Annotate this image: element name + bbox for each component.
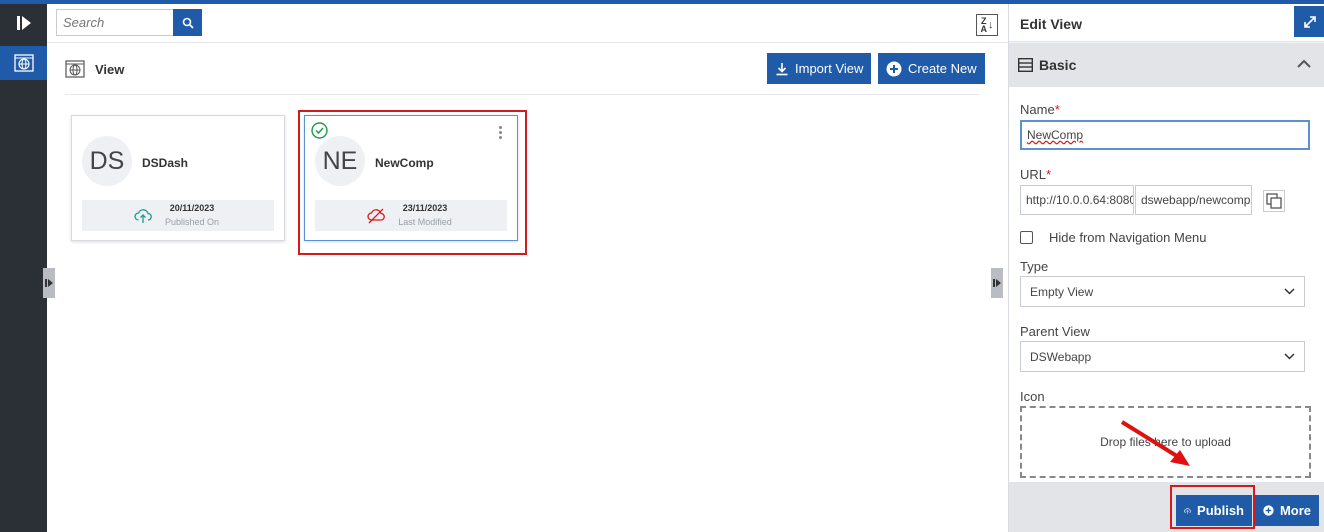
main-content: Z A ↓ View Import View Create New DS DSD… [47, 4, 1008, 532]
chevron-up-icon[interactable] [1297, 59, 1311, 68]
panel-header: Edit View [1009, 4, 1324, 42]
right-collapse-handle[interactable] [991, 268, 1003, 298]
highlight-box [1170, 485, 1255, 529]
name-field[interactable]: NewComp [1020, 120, 1310, 150]
card-date-caption: Published On [164, 217, 220, 227]
card-title: DSDash [142, 156, 189, 170]
copy-url-button[interactable] [1263, 190, 1285, 212]
parent-view-label: Parent View [1020, 324, 1090, 339]
chevron-down-icon [1284, 353, 1295, 360]
url-base-field[interactable]: http://10.0.0.64:8080 [1020, 185, 1134, 215]
page-header: View [65, 60, 124, 78]
download-icon [776, 62, 788, 75]
type-label: Type [1020, 259, 1049, 274]
highlight-box [298, 110, 527, 255]
panel-footer: Publish More [1009, 482, 1324, 532]
left-collapse-handle[interactable] [43, 268, 55, 298]
app-logo-icon[interactable] [0, 4, 47, 42]
divider [65, 94, 979, 95]
panel-title: Edit View [1020, 16, 1082, 32]
more-button[interactable]: More [1255, 495, 1319, 526]
icon-label: Icon [1020, 389, 1045, 404]
copy-icon [1266, 193, 1282, 209]
type-select[interactable]: Empty View [1020, 276, 1305, 307]
views-nav-icon[interactable] [0, 46, 47, 80]
create-new-button[interactable]: Create New [878, 53, 985, 84]
expand-button[interactable] [1294, 6, 1324, 37]
left-rail [0, 4, 47, 532]
hide-nav-label: Hide from Navigation Menu [1049, 230, 1207, 245]
section-title: Basic [1039, 57, 1077, 73]
basic-section-header[interactable]: Basic [1009, 43, 1324, 87]
plus-circle-icon [1263, 505, 1274, 516]
chevron-down-icon [1284, 288, 1295, 295]
sort-az-icon[interactable]: Z A ↓ [976, 14, 998, 36]
divider [47, 42, 1008, 43]
expand-icon [1303, 15, 1316, 28]
import-view-button[interactable]: Import View [767, 53, 872, 84]
url-label: URL* [1020, 167, 1052, 182]
parent-view-select[interactable]: DSWebapp [1020, 341, 1305, 372]
cloud-upload-icon [134, 209, 152, 223]
plus-circle-icon [886, 61, 902, 76]
card-date: 20/11/2023 [169, 203, 215, 213]
search-icon [182, 17, 194, 29]
form-icon [1018, 58, 1033, 72]
annotation-arrow-icon [1120, 420, 1190, 466]
card-footer: 20/11/2023 Published On [82, 200, 274, 231]
view-globe-icon [65, 60, 85, 78]
url-path-field[interactable]: dswebapp/newcomp [1135, 185, 1252, 215]
hide-nav-checkbox[interactable] [1020, 231, 1033, 244]
search-button[interactable] [173, 9, 202, 36]
view-card-dsdash[interactable]: DS DSDash 20/11/2023 Published On [71, 115, 285, 241]
page-title: View [95, 61, 125, 77]
avatar: DS [82, 136, 132, 186]
name-label: Name* [1020, 102, 1060, 117]
